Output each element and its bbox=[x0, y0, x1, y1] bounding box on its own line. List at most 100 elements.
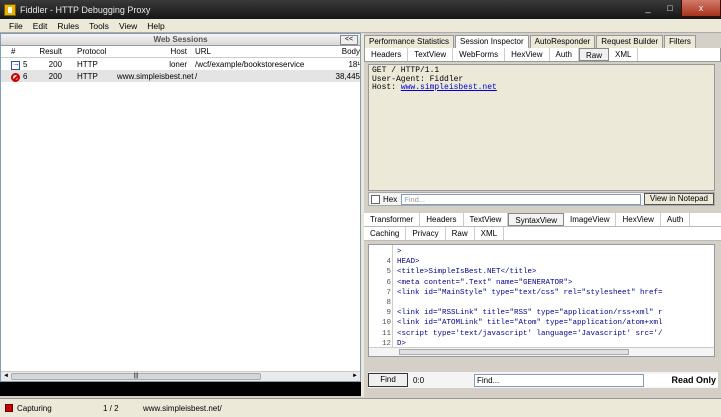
scroll-left-icon[interactable]: ◄ bbox=[1, 372, 11, 381]
read-only-label: Read Only bbox=[644, 373, 718, 387]
close-button[interactable]: x bbox=[681, 0, 721, 17]
code-text: <meta content=".Text" name="GENERATOR"> bbox=[397, 278, 573, 287]
web-sessions-title: Web Sessions bbox=[153, 35, 208, 44]
response-tabs-row-1: Transformer Headers TextView SyntaxView … bbox=[364, 213, 721, 227]
window-controls: _ □ x bbox=[637, 0, 721, 17]
session-result: 200 bbox=[48, 71, 62, 81]
session-host: www.simpleisbest.net bbox=[117, 71, 194, 81]
req-tab-hexview[interactable]: HexView bbox=[505, 48, 550, 61]
response-find-input[interactable]: Find... bbox=[474, 373, 644, 387]
req-tab-raw[interactable]: Raw bbox=[578, 48, 609, 61]
host-link[interactable]: www.simpleisbest.net bbox=[401, 83, 497, 92]
syntax-view-editor[interactable]: >4 HEAD> 5 <title>SimpleIsBest.NET</title>… bbox=[368, 244, 715, 357]
request-find-input[interactable]: Find... bbox=[401, 193, 641, 205]
capturing-status[interactable]: Capturing bbox=[13, 404, 103, 413]
code-text: <title>SimpleIsBest.NET</title> bbox=[397, 268, 537, 277]
req-tab-xml[interactable]: XML bbox=[609, 48, 639, 61]
session-num-cell: 5 bbox=[1, 59, 39, 70]
menu-rules[interactable]: Rules bbox=[52, 21, 84, 31]
tab-session-inspector[interactable]: Session Inspector bbox=[455, 35, 529, 48]
session-row[interactable]: 6 200 HTTP www.simpleisbest.net / 38,445 bbox=[1, 70, 360, 82]
code-line: > bbox=[369, 247, 714, 257]
tab-filters[interactable]: Filters bbox=[664, 35, 696, 48]
code-line: 7 <link id="MainStyle" type="text/css" r… bbox=[369, 288, 714, 298]
code-text: <link id="RSSLink" title="RSS" type="app… bbox=[397, 309, 663, 318]
column-body[interactable]: Body bbox=[335, 47, 360, 56]
line-number: 4 bbox=[386, 258, 391, 267]
req-tab-webforms[interactable]: WebForms bbox=[453, 48, 506, 61]
minimize-button[interactable]: _ bbox=[637, 0, 659, 17]
host-label: Host: bbox=[372, 83, 401, 92]
editor-horizontal-scrollbar[interactable] bbox=[369, 347, 714, 356]
resp-tab-hexview[interactable]: HexView bbox=[616, 213, 661, 226]
column-host[interactable]: Host bbox=[117, 47, 195, 56]
menu-help[interactable]: Help bbox=[142, 21, 169, 31]
maximize-button[interactable]: □ bbox=[659, 0, 681, 17]
line-number: 8 bbox=[386, 299, 391, 307]
resp-tab-syntaxview[interactable]: SyntaxView bbox=[508, 213, 565, 226]
blocked-icon bbox=[11, 72, 20, 82]
session-result: 200 bbox=[48, 59, 62, 69]
response-find-bar: Find 0:0 Find... Read Only bbox=[368, 372, 718, 388]
collapse-button[interactable]: << bbox=[340, 35, 358, 45]
sessions-horizontal-scrollbar[interactable]: ◄ ||| ► bbox=[1, 371, 360, 381]
resp-tab-caching[interactable]: Caching bbox=[364, 227, 407, 240]
session-protocol: HTTP bbox=[77, 59, 98, 69]
scroll-thumb[interactable]: ||| bbox=[11, 373, 261, 380]
resp-tab-xml[interactable]: XML bbox=[475, 227, 505, 240]
capturing-icon[interactable] bbox=[5, 404, 13, 412]
code-line: 4 HEAD> bbox=[369, 257, 714, 267]
hex-checkbox[interactable] bbox=[371, 194, 380, 204]
selected-url: www.simpleisbest.net/ bbox=[143, 403, 222, 413]
line-number: 10 bbox=[381, 319, 391, 328]
req-tab-headers[interactable]: Headers bbox=[365, 48, 409, 61]
resp-tab-auth[interactable]: Auth bbox=[661, 213, 691, 226]
resp-tab-headers[interactable]: Headers bbox=[420, 213, 464, 226]
code-line: 11 <script type='text/javascript' langua… bbox=[369, 329, 714, 339]
tab-performance-statistics[interactable]: Performance Statistics bbox=[364, 35, 455, 48]
session-host: loner bbox=[169, 59, 187, 69]
code-line: 6 <meta content=".Text" name="GENERATOR"… bbox=[369, 278, 714, 288]
resp-tab-privacy[interactable]: Privacy bbox=[406, 227, 446, 240]
menu-file[interactable]: File bbox=[4, 21, 28, 31]
main-tabs: Performance Statistics Session Inspector… bbox=[364, 35, 721, 48]
column-url[interactable]: URL bbox=[195, 47, 335, 56]
code-line: 8 bbox=[369, 298, 714, 308]
code-line: 5 <title>SimpleIsBest.NET</title> bbox=[369, 267, 714, 277]
req-tab-textview[interactable]: TextView bbox=[408, 48, 454, 61]
title-bar: Fiddler - HTTP Debugging Proxy _ □ x bbox=[0, 0, 721, 19]
request-find-bar: Hex Find... View in Notepad bbox=[368, 192, 715, 206]
code-line: 10 <link id="ATOMLink" title="Atom" type… bbox=[369, 318, 714, 328]
scroll-right-icon[interactable]: ► bbox=[350, 372, 360, 381]
req-tab-auth[interactable]: Auth bbox=[550, 48, 579, 61]
status-bar: Capturing 1 / 2 www.simpleisbest.net/ bbox=[0, 398, 721, 417]
session-count: 1 / 2 bbox=[103, 403, 119, 413]
view-in-notepad-button[interactable]: View in Notepad bbox=[643, 193, 714, 205]
session-protocol: HTTP bbox=[77, 71, 98, 81]
web-sessions-header: Web Sessions << bbox=[1, 34, 360, 46]
response-tabs: Transformer Headers TextView SyntaxView … bbox=[364, 213, 721, 241]
session-row[interactable]: 5 200 HTTP loner /wcf/example/bookstores… bbox=[1, 58, 360, 70]
resp-tab-raw[interactable]: Raw bbox=[446, 227, 475, 240]
menu-view[interactable]: View bbox=[114, 21, 142, 31]
tab-autoresponder[interactable]: AutoResponder bbox=[529, 35, 596, 48]
response-tabs-row-2: Caching Privacy Raw XML bbox=[364, 227, 721, 241]
request-raw-text[interactable]: GET / HTTP/1.1 User-Agent: Fiddler Host:… bbox=[368, 64, 715, 191]
quickexec-bar[interactable] bbox=[0, 382, 361, 396]
session-url: /wcf/example/bookstoreservice bbox=[195, 59, 305, 69]
resp-tab-textview[interactable]: TextView bbox=[464, 213, 509, 226]
editor-scroll-thumb[interactable] bbox=[399, 349, 629, 355]
column-protocol[interactable]: Protocol bbox=[67, 47, 117, 56]
session-body: 18¹ bbox=[348, 59, 360, 69]
find-button[interactable]: Find bbox=[368, 373, 408, 387]
resp-tab-imageview[interactable]: ImageView bbox=[564, 213, 617, 226]
fiddler-app-icon bbox=[4, 3, 16, 16]
column-num[interactable]: # bbox=[1, 47, 39, 56]
window-title: Fiddler - HTTP Debugging Proxy bbox=[20, 4, 151, 15]
hex-label: Hex bbox=[383, 194, 398, 204]
menu-tools[interactable]: Tools bbox=[84, 21, 114, 31]
column-result[interactable]: Result bbox=[39, 47, 67, 56]
menu-edit[interactable]: Edit bbox=[28, 21, 53, 31]
resp-tab-transformer[interactable]: Transformer bbox=[364, 213, 421, 226]
tab-request-builder[interactable]: Request Builder bbox=[596, 35, 664, 48]
